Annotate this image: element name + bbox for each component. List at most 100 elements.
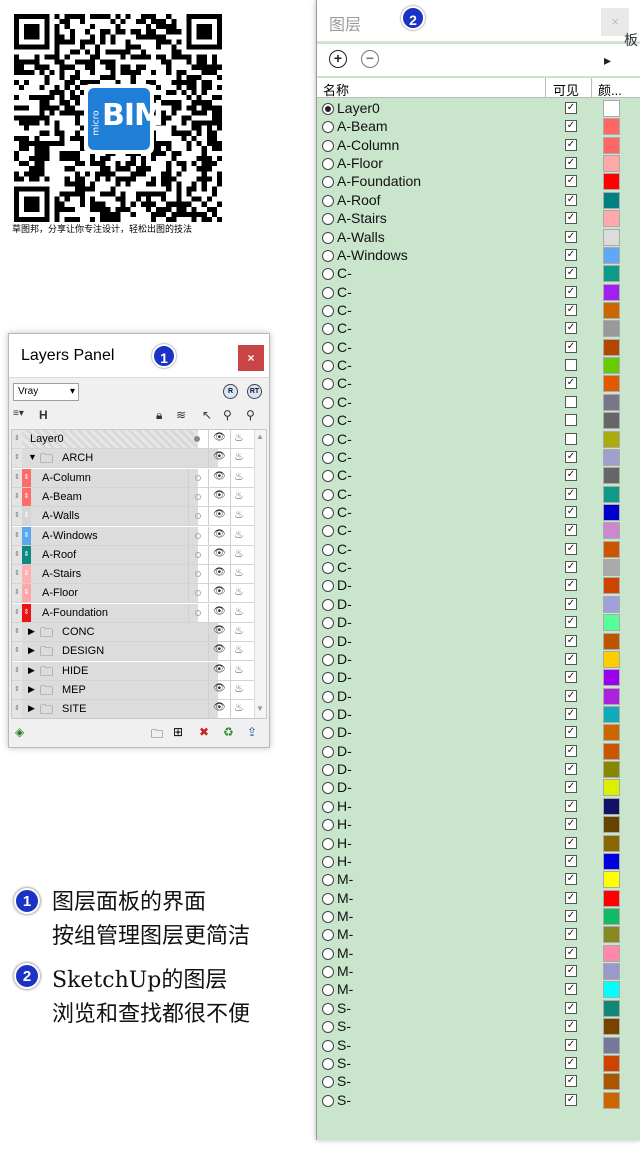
layer-name[interactable]: C- [337, 467, 352, 483]
active-layer-radio[interactable] [322, 323, 334, 336]
visible-checkbox[interactable]: ✓ [565, 120, 577, 133]
layer-color-swatch[interactable] [603, 228, 620, 246]
layer-row[interactable]: H- ✓ [317, 852, 640, 871]
layer-color-swatch[interactable] [603, 797, 620, 815]
layer-color-swatch[interactable] [603, 687, 620, 705]
visible-checkbox[interactable] [565, 395, 577, 408]
layer-color-swatch[interactable] [603, 100, 620, 117]
layer-name[interactable]: C- [337, 284, 352, 300]
layer-color-swatch[interactable] [603, 191, 620, 209]
layer-name[interactable]: S- [337, 1018, 351, 1034]
drag-handle[interactable]: ⇕ [12, 487, 22, 506]
active-layer-radio[interactable] [322, 580, 334, 593]
layer-name[interactable]: C- [337, 559, 352, 575]
folder-icon[interactable]: 🗀︎ [151, 725, 163, 746]
layer-row[interactable]: A-Stairs ✓ [317, 210, 640, 228]
visible-checkbox[interactable]: ✓ [565, 450, 577, 463]
layer-row[interactable]: A-Column ✓ [317, 136, 640, 155]
drag-handle[interactable]: ⇕ [12, 661, 22, 680]
teapot-icon[interactable]: ♨ [234, 624, 244, 637]
layer-color-swatch[interactable] [603, 1054, 620, 1072]
layer-row[interactable]: C- ✓ [317, 504, 640, 522]
layer-group-row[interactable]: ⇕ ▶ 🗀︎ MEP 👁︎ ♨ [12, 680, 254, 700]
eye-icon[interactable]: 👁︎ [213, 490, 226, 501]
layer-row[interactable]: A-Beam ✓ [317, 118, 640, 136]
active-layer-indicator[interactable] [194, 436, 200, 442]
active-layer-radio[interactable] [322, 800, 334, 813]
active-layer-radio[interactable] [195, 474, 201, 481]
layer-color-swatch[interactable]: ⇕ [22, 584, 31, 603]
active-layer-radio[interactable] [322, 892, 334, 905]
layer-color-swatch[interactable] [603, 412, 620, 430]
active-layer-radio[interactable] [322, 966, 334, 979]
visible-checkbox[interactable]: ✓ [565, 946, 577, 959]
visible-checkbox[interactable]: ✓ [565, 561, 577, 574]
layer-color-swatch[interactable] [603, 650, 620, 668]
layer-color-swatch[interactable]: ⇕ [22, 603, 31, 622]
layer-name[interactable]: S- [337, 1055, 351, 1071]
layer-group-row[interactable]: ⇕ ▶ 🗀︎ HIDE 👁︎ ♨ [12, 661, 254, 681]
visible-checkbox[interactable]: ✓ [565, 763, 577, 776]
layer-color-swatch[interactable] [603, 1091, 620, 1109]
eye-icon[interactable]: 👁︎ [213, 451, 226, 462]
details-arrow-icon[interactable]: ▸ [604, 52, 611, 69]
active-layer-radio[interactable] [322, 103, 334, 115]
chevron-right-icon[interactable]: ▶ [28, 703, 35, 714]
layer-row[interactable]: C- ✓ [317, 302, 640, 320]
visible-checkbox[interactable]: ✓ [565, 175, 577, 188]
active-layer-radio[interactable] [195, 532, 201, 539]
layer-color-swatch[interactable] [603, 779, 620, 797]
layer-color-swatch[interactable] [603, 485, 620, 503]
layer-name[interactable]: C- [337, 541, 352, 557]
eye-icon[interactable]: 👁︎ [213, 548, 226, 559]
teapot-icon[interactable]: ♨ [234, 547, 244, 560]
layer-name[interactable]: C- [337, 486, 352, 502]
cursor-icon[interactable]: ↖ [202, 408, 212, 422]
visible-checkbox[interactable] [565, 359, 577, 372]
layer-name[interactable]: M- [337, 981, 353, 997]
visible-checkbox[interactable] [565, 432, 577, 445]
layer-color-swatch[interactable] [603, 999, 620, 1017]
active-layer-radio[interactable] [322, 451, 334, 464]
active-layer-radio[interactable] [322, 929, 334, 942]
visible-checkbox[interactable]: ✓ [565, 1093, 577, 1106]
add-layer-icon[interactable]: ⊞ [173, 725, 183, 739]
layer-row[interactable]: D- ✓ [317, 779, 640, 797]
visible-checkbox[interactable]: ✓ [565, 469, 577, 482]
layer-name[interactable]: S- [337, 1073, 351, 1089]
active-layer-radio[interactable] [322, 507, 334, 519]
layer-name[interactable]: C- [337, 265, 352, 281]
active-layer-radio[interactable] [195, 551, 201, 558]
layer-row[interactable]: Layer0 ✓ [317, 100, 640, 118]
layer-row[interactable]: A-Floor ✓ [317, 155, 640, 173]
drag-handle[interactable]: ⇕ [12, 584, 22, 603]
eyedropper-icon[interactable]: ⚲ [223, 408, 232, 422]
visible-checkbox[interactable]: ✓ [565, 671, 577, 684]
layer-row[interactable]: H- ✓ [317, 834, 640, 853]
layer-name[interactable]: H- [337, 853, 352, 869]
active-layer-radio[interactable] [322, 139, 334, 152]
layer-color-swatch[interactable] [603, 559, 620, 577]
layer-row[interactable]: M- ✓ [317, 871, 640, 889]
visible-checkbox[interactable]: ✓ [565, 634, 577, 647]
drag-handle[interactable]: ⇕ [12, 545, 22, 564]
teapot-icon[interactable]: ♨ [234, 431, 244, 444]
teapot-icon[interactable]: ♨ [234, 585, 244, 598]
add-layer-button[interactable]: + [329, 50, 347, 68]
drag-handle[interactable]: ⇕ [12, 623, 22, 641]
active-layer-radio[interactable] [322, 286, 334, 299]
active-layer-radio[interactable] [195, 493, 201, 500]
visible-checkbox[interactable]: ✓ [565, 102, 577, 114]
active-layer-radio[interactable] [322, 194, 334, 207]
layer-color-swatch[interactable] [603, 944, 620, 962]
layer-row[interactable]: M- ✓ [317, 926, 640, 944]
active-layer-radio[interactable] [322, 617, 334, 630]
layer-row[interactable]: A-Windows ✓ [317, 246, 640, 265]
layer-color-swatch[interactable] [603, 852, 620, 870]
layer-row[interactable]: D- ✓ [317, 761, 640, 779]
visible-checkbox[interactable]: ✓ [565, 1020, 577, 1033]
drag-handle[interactable]: ⇕ [12, 430, 22, 448]
layer-group-row[interactable]: ⇕ ▶ 🗀︎ SITE 👁︎ ♨ [12, 700, 254, 718]
purge-icon[interactable]: ♻ [223, 725, 234, 739]
layer-row[interactable]: C- ✓ [317, 540, 640, 559]
